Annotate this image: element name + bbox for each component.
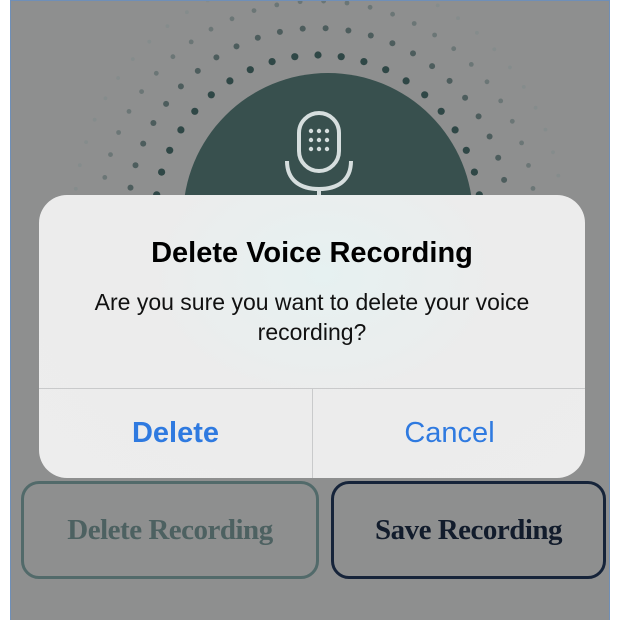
sound-wave-dot — [177, 83, 184, 90]
sound-wave-dot — [337, 53, 345, 61]
sound-wave-dot — [194, 67, 201, 74]
sound-wave-dot — [254, 34, 261, 41]
dialog-delete-button[interactable]: Delete — [39, 389, 312, 478]
sound-wave-dot — [102, 175, 108, 180]
sound-wave-dot — [139, 89, 145, 94]
sound-wave-dot — [268, 58, 276, 66]
sound-wave-dot — [437, 107, 445, 115]
sound-wave-dot — [166, 146, 174, 154]
sound-wave-dot — [158, 168, 166, 176]
sound-wave-dot — [108, 152, 113, 158]
sound-wave-dot — [556, 173, 561, 178]
sound-wave-dot — [495, 154, 502, 161]
sound-wave-dot — [163, 100, 170, 107]
sound-wave-dot — [185, 10, 189, 15]
sound-wave-dot — [299, 25, 306, 32]
sound-wave-dot — [314, 51, 322, 59]
sound-wave-dot — [116, 130, 121, 135]
dialog-title: Delete Voice Recording — [151, 237, 473, 269]
sound-wave-dot — [451, 46, 457, 52]
sound-wave-dot — [103, 96, 108, 101]
sound-wave-dot — [543, 127, 548, 132]
sound-wave-dot — [410, 50, 416, 57]
sound-wave-dot — [84, 140, 88, 145]
sound-wave-dot — [150, 120, 157, 126]
sound-wave-dot — [411, 21, 417, 26]
sound-wave-dot — [492, 47, 497, 52]
sound-wave-dot — [498, 98, 504, 104]
sound-wave-dot — [229, 16, 235, 22]
sound-wave-dot — [521, 85, 526, 89]
sound-wave-dot — [226, 77, 234, 85]
sound-wave-dot — [132, 162, 139, 169]
sound-wave-dot — [509, 118, 515, 124]
sound-wave-dot — [526, 163, 531, 168]
sound-wave-dot — [446, 77, 453, 84]
sound-wave-dot — [207, 91, 215, 99]
sound-wave-dot — [147, 39, 152, 44]
sound-wave-dot — [484, 79, 490, 85]
sound-wave-dot — [213, 54, 220, 61]
sound-wave-dot — [321, 1, 326, 4]
sound-wave-dot — [165, 24, 170, 28]
delete-recording-button[interactable]: Delete Recording — [21, 481, 319, 579]
sound-wave-dot — [475, 113, 482, 120]
sound-wave-dot — [470, 168, 478, 176]
sound-wave-dot — [501, 176, 508, 183]
sound-wave-dot — [297, 1, 303, 5]
sound-wave-dot — [188, 39, 194, 45]
sound-wave-dot — [530, 186, 536, 191]
sound-wave-dot — [390, 11, 395, 17]
sound-wave-dot — [233, 43, 240, 50]
dialog-message: Are you sure you want to delete your voi… — [94, 289, 530, 345]
sound-wave-dot — [360, 58, 368, 66]
sound-wave-dot — [533, 105, 538, 110]
sound-wave-dot — [462, 94, 469, 101]
sound-wave-dot — [170, 54, 176, 60]
sound-wave-dot — [451, 126, 459, 134]
sound-wave-dot — [205, 1, 210, 3]
sound-wave-dot — [274, 2, 280, 8]
dialog-cancel-button[interactable]: Cancel — [313, 389, 585, 478]
sound-wave-dot — [130, 57, 135, 61]
sound-wave-dot — [208, 26, 214, 32]
sound-wave-dot — [191, 107, 199, 115]
sound-wave-dot — [77, 163, 82, 168]
save-recording-button[interactable]: Save Recording — [331, 481, 606, 579]
sound-wave-dot — [140, 140, 147, 147]
sound-wave-dot — [382, 66, 390, 74]
sound-wave-dot — [73, 186, 78, 191]
sound-wave-dot — [276, 28, 283, 35]
sound-wave-dot — [456, 16, 460, 20]
recorder-screen: Delete Recording Save Recording Delete V… — [10, 0, 610, 620]
delete-confirmation-dialog: Delete Voice Recording Are you sure you … — [39, 195, 585, 478]
sound-wave-dot — [421, 91, 429, 99]
sound-wave-dot — [246, 66, 254, 74]
sound-wave-dot — [251, 8, 257, 13]
sound-wave-dot — [519, 140, 524, 146]
sound-wave-dot — [508, 65, 512, 70]
sound-wave-dot — [367, 32, 374, 39]
sound-wave-dot — [435, 3, 440, 8]
sound-wave-dot — [92, 117, 97, 122]
sound-wave-dot — [291, 53, 299, 61]
sound-wave-dot — [468, 62, 474, 67]
sound-wave-dot — [116, 76, 120, 80]
sound-wave-dot — [432, 32, 437, 38]
sound-wave-dot — [127, 184, 134, 191]
sound-wave-dot — [429, 63, 436, 70]
sound-wave-dot — [486, 133, 493, 140]
sound-wave-dot — [402, 77, 410, 85]
sound-wave-dot — [177, 126, 185, 134]
sound-wave-dot — [475, 30, 479, 35]
sound-wave-dot — [322, 25, 329, 32]
sound-wave-dot — [345, 27, 352, 34]
sound-wave-dot — [551, 150, 555, 155]
sound-wave-dot — [462, 146, 470, 154]
sound-wave-dot — [153, 70, 159, 76]
sound-wave-dot — [389, 40, 396, 47]
sound-wave-dot — [367, 4, 373, 10]
sound-wave-dot — [344, 1, 350, 6]
sound-wave-dot — [126, 109, 132, 114]
